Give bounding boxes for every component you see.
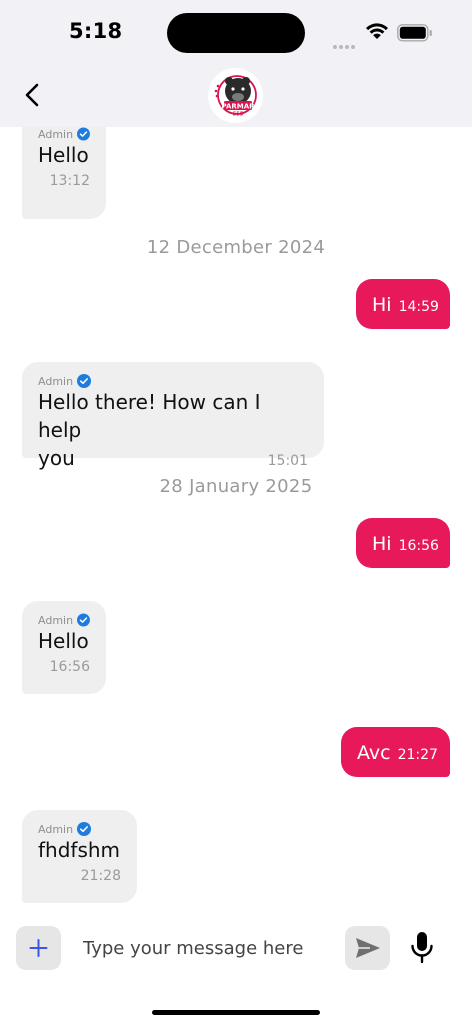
message-sender: Admin bbox=[38, 127, 90, 141]
chat-header: PARMAR 555 bbox=[0, 64, 472, 127]
message-text: Avc bbox=[357, 742, 391, 764]
message-time: 14:59 bbox=[398, 299, 439, 315]
message-time: 16:56 bbox=[398, 538, 439, 554]
sender-name: Admin bbox=[38, 127, 74, 141]
battery-icon bbox=[397, 24, 432, 42]
verified-badge-icon bbox=[77, 374, 92, 388]
back-button[interactable] bbox=[18, 80, 48, 110]
message-sender: Admin bbox=[38, 374, 308, 388]
message-input-bar bbox=[0, 917, 472, 1024]
verified-badge-icon bbox=[77, 822, 92, 836]
incoming-message: Admin Hello 16:56 bbox=[22, 601, 106, 694]
incoming-message: Admin fhdfshm 21:28 bbox=[22, 810, 137, 903]
outgoing-message: Hi 16:56 bbox=[356, 518, 450, 568]
attach-button[interactable] bbox=[16, 926, 61, 970]
logo-text: PARMAR bbox=[221, 103, 255, 111]
message-time: 15:01 bbox=[267, 453, 308, 469]
sender-name: Admin bbox=[38, 613, 74, 627]
dynamic-island bbox=[167, 13, 305, 53]
send-button[interactable] bbox=[345, 926, 390, 970]
outgoing-message: Avc 21:27 bbox=[341, 727, 450, 777]
plus-icon bbox=[29, 939, 48, 957]
home-indicator bbox=[152, 1010, 320, 1015]
message-time: 21:27 bbox=[397, 747, 438, 763]
wifi-icon bbox=[366, 23, 388, 39]
logo-subtext: 555 bbox=[233, 112, 244, 118]
sender-name: Admin bbox=[38, 822, 74, 836]
date-separator: 28 January 2025 bbox=[159, 476, 313, 497]
message-text: fhdfshm bbox=[38, 838, 121, 862]
brand-logo: PARMAR 555 bbox=[208, 68, 263, 123]
status-time: 5:18 bbox=[69, 19, 123, 43]
message-sender: Admin bbox=[38, 613, 90, 627]
sender-name: Admin bbox=[38, 374, 74, 388]
message-time: 13:12 bbox=[49, 173, 90, 189]
bear-logo-icon: PARMAR 555 bbox=[208, 68, 263, 123]
verified-badge-icon bbox=[77, 127, 90, 141]
date-separator: 12 December 2024 bbox=[146, 237, 326, 258]
message-text: Hello bbox=[38, 143, 89, 167]
incoming-message: Admin Hello there! How can I help you 15… bbox=[22, 362, 324, 470]
message-text: Hi bbox=[372, 294, 392, 316]
incoming-message: Admin Hello 13:12 bbox=[22, 127, 106, 219]
microphone-icon[interactable] bbox=[407, 929, 437, 967]
outgoing-message: Hi 14:59 bbox=[356, 279, 450, 329]
message-input[interactable] bbox=[75, 928, 330, 968]
status-bar: 5:18 bbox=[0, 0, 472, 64]
verified-badge-icon bbox=[77, 613, 90, 627]
message-text: Hello bbox=[38, 629, 89, 653]
message-time: 16:56 bbox=[49, 659, 90, 675]
message-time: 21:28 bbox=[80, 868, 121, 884]
message-text: Hi bbox=[372, 533, 392, 555]
cellular-signal-icon bbox=[333, 34, 357, 53]
message-text-line: you bbox=[38, 446, 75, 470]
message-text-line: Hello there! How can I help bbox=[38, 390, 261, 442]
send-icon bbox=[356, 938, 380, 958]
message-sender: Admin bbox=[38, 822, 121, 836]
chat-messages[interactable]: Admin Hello 13:12 12 December 2024 Hi 14… bbox=[0, 127, 472, 917]
